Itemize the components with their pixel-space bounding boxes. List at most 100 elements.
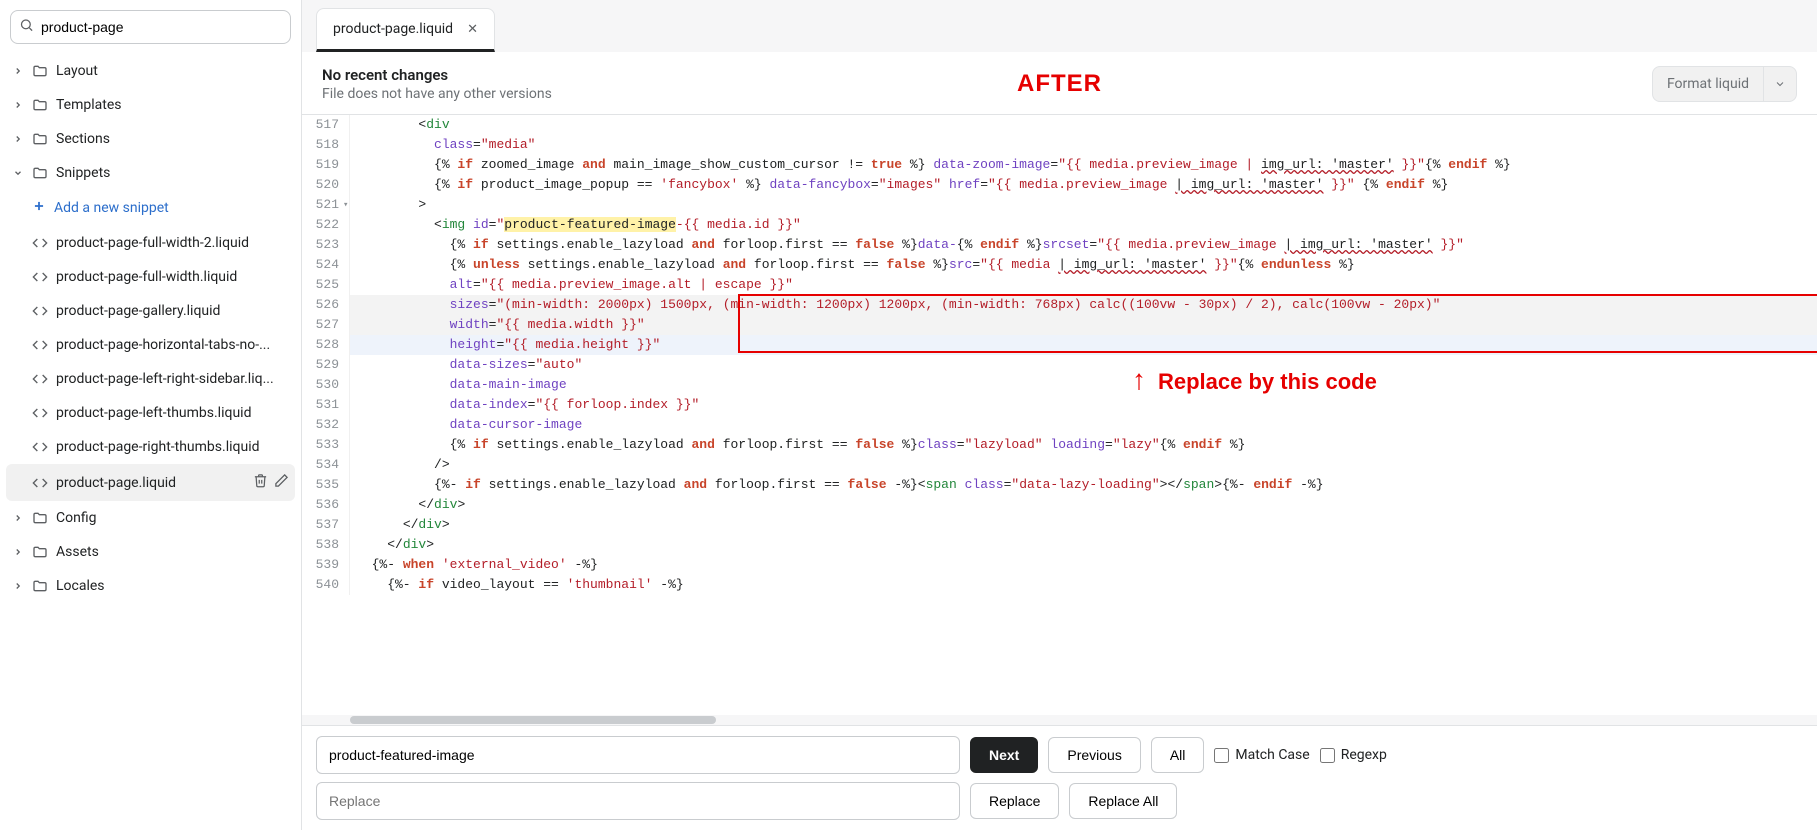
tab-label: product-page.liquid (333, 21, 453, 37)
file-label: product-page-full-width-2.liquid (56, 235, 289, 251)
code-line[interactable]: 520 {% if product_image_popup == 'fancyb… (302, 175, 1817, 195)
file-label: product-page-gallery.liquid (56, 303, 289, 319)
folder-label: Layout (56, 63, 98, 79)
folder-icon (32, 510, 48, 526)
line-number: 524 (302, 255, 350, 275)
folder-snippets[interactable]: Snippets (6, 156, 295, 190)
match-case-checkbox[interactable]: Match Case (1214, 747, 1309, 763)
file-item[interactable]: product-page-left-right-sidebar.liq... (6, 362, 295, 396)
file-item[interactable]: product-page-full-width-2.liquid (6, 226, 295, 260)
chevron-down-icon (12, 168, 24, 178)
folder-icon (32, 165, 48, 181)
file-label: product-page.liquid (56, 475, 245, 491)
file-item[interactable]: product-page-right-thumbs.liquid (6, 430, 295, 464)
folder-config[interactable]: Config (6, 501, 295, 535)
code-line[interactable]: 525 alt="{{ media.preview_image.alt | es… (302, 275, 1817, 295)
code-line[interactable]: 523 {% if settings.enable_lazyload and f… (302, 235, 1817, 255)
code-line[interactable]: 532 data-cursor-image (302, 415, 1817, 435)
file-item[interactable]: product-page-left-thumbs.liquid (6, 396, 295, 430)
regexp-checkbox[interactable]: Regexp (1320, 747, 1387, 763)
replace-button[interactable]: Replace (970, 783, 1059, 819)
folder-icon (32, 131, 48, 147)
code-icon (32, 269, 48, 285)
code-line[interactable]: 536 </div> (302, 495, 1817, 515)
folder-locales[interactable]: Locales (6, 569, 295, 603)
line-number: 530 (302, 375, 350, 395)
file-item[interactable]: product-page-gallery.liquid (6, 294, 295, 328)
line-number: 525 (302, 275, 350, 295)
code-line[interactable]: 540 {%- if video_layout == 'thumbnail' -… (302, 575, 1817, 595)
code-icon (32, 405, 48, 421)
tab-bar: product-page.liquid ✕ (302, 8, 1817, 52)
code-line[interactable]: 539 {%- when 'external_video' -%} (302, 555, 1817, 575)
line-number: 537 (302, 515, 350, 535)
next-button[interactable]: Next (970, 737, 1038, 773)
find-replace-panel: Next Previous All Match Case Regexp Repl… (302, 725, 1817, 830)
pencil-icon[interactable] (274, 473, 289, 492)
file-item[interactable]: product-page-full-width.liquid (6, 260, 295, 294)
replace-all-button[interactable]: Replace All (1069, 783, 1177, 819)
code-line[interactable]: 527 width="{{ media.width }}" (302, 315, 1817, 335)
info-bar: No recent changes File does not have any… (302, 52, 1817, 115)
find-input[interactable] (316, 736, 960, 774)
line-number: 528 (302, 335, 350, 355)
tab-product-page[interactable]: product-page.liquid ✕ (316, 8, 495, 52)
line-number: 533 (302, 435, 350, 455)
file-search-input[interactable] (10, 10, 291, 44)
file-item[interactable]: product-page.liquid (6, 464, 295, 501)
previous-button[interactable]: Previous (1048, 737, 1140, 773)
file-item[interactable]: product-page-horizontal-tabs-no-... (6, 328, 295, 362)
folder-icon (32, 578, 48, 594)
line-number: 518 (302, 135, 350, 155)
code-line[interactable]: 518 class="media" (302, 135, 1817, 155)
code-area[interactable]: ↑ Replace by this code 517 <div518 class… (302, 115, 1817, 715)
code-line[interactable]: 534 /> (302, 455, 1817, 475)
folder-label: Locales (56, 578, 105, 594)
code-line[interactable]: 538 </div> (302, 535, 1817, 555)
code-line[interactable]: 533 {% if settings.enable_lazyload and f… (302, 435, 1817, 455)
code-line[interactable]: 529 data-sizes="auto" (302, 355, 1817, 375)
versions-title: No recent changes (322, 66, 552, 84)
replace-input[interactable] (316, 782, 960, 820)
code-line[interactable]: 537 </div> (302, 515, 1817, 535)
code-line[interactable]: 519 {% if zoomed_image and main_image_sh… (302, 155, 1817, 175)
line-number: 538 (302, 535, 350, 555)
chevron-down-icon[interactable] (1763, 67, 1796, 101)
scrollbar-thumb[interactable] (350, 716, 716, 724)
code-icon (32, 439, 48, 455)
all-button[interactable]: All (1151, 737, 1205, 773)
format-liquid-button[interactable]: Format liquid (1652, 66, 1797, 102)
file-label: product-page-horizontal-tabs-no-... (56, 337, 289, 353)
folder-assets[interactable]: Assets (6, 535, 295, 569)
line-number: 534 (302, 455, 350, 475)
code-line[interactable]: 517 <div (302, 115, 1817, 135)
code-line[interactable]: 526 sizes="(min-width: 2000px) 1500px, (… (302, 295, 1817, 315)
code-line[interactable]: 530 data-main-image (302, 375, 1817, 395)
horizontal-scrollbar[interactable] (302, 715, 1817, 725)
chevron-right-icon (12, 100, 24, 110)
code-line[interactable]: 531 data-index="{{ forloop.index }}" (302, 395, 1817, 415)
sidebar: Layout Templates Sections Snippets Add a new… (0, 0, 302, 830)
line-number: 517 (302, 115, 350, 135)
line-number: 527 (302, 315, 350, 335)
folder-label: Snippets (56, 165, 110, 181)
line-number: 519 (302, 155, 350, 175)
line-number: 540 (302, 575, 350, 595)
folder-icon (32, 544, 48, 560)
code-line[interactable]: 524 {% unless settings.enable_lazyload a… (302, 255, 1817, 275)
folder-label: Templates (56, 97, 122, 113)
file-label: product-page-left-thumbs.liquid (56, 405, 289, 421)
folder-layout[interactable]: Layout (6, 54, 295, 88)
trash-icon[interactable] (253, 473, 268, 492)
code-line[interactable]: 528 height="{{ media.height }}" (302, 335, 1817, 355)
code-line[interactable]: 522 <img id="product-featured-image-{{ m… (302, 215, 1817, 235)
folder-sections[interactable]: Sections (6, 122, 295, 156)
code-line[interactable]: 521▾ > (302, 195, 1817, 215)
folder-templates[interactable]: Templates (6, 88, 295, 122)
code-line[interactable]: 535 {%- if settings.enable_lazyload and … (302, 475, 1817, 495)
chevron-right-icon (12, 66, 24, 76)
versions-subtitle: File does not have any other versions (322, 86, 552, 102)
file-search-wrap (10, 10, 291, 44)
close-icon[interactable]: ✕ (467, 22, 478, 37)
add-snippet-button[interactable]: Add a new snippet (6, 190, 295, 226)
